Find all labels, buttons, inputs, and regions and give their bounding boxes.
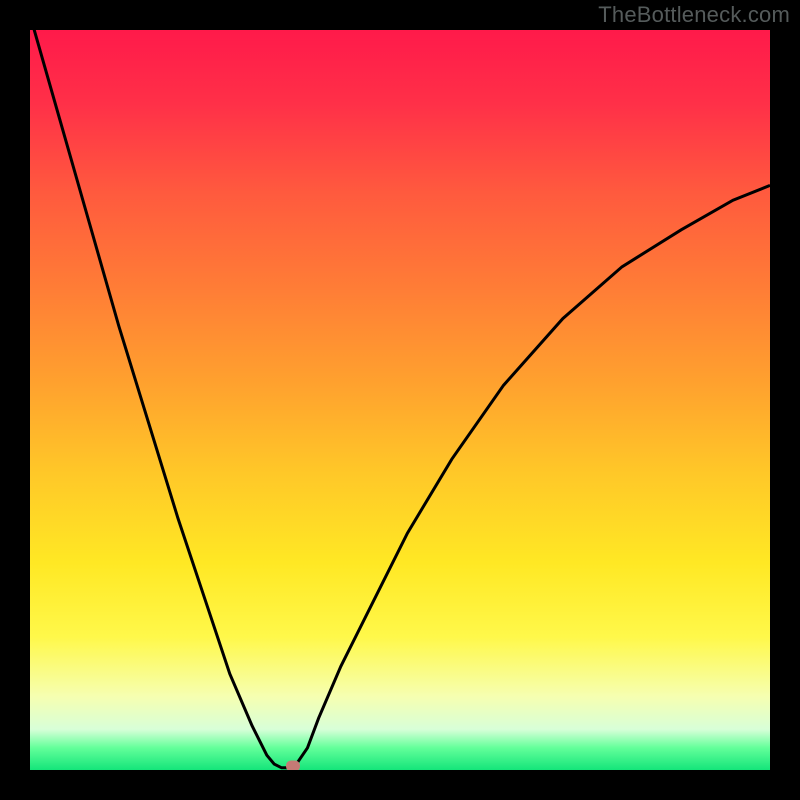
plot-area	[30, 30, 770, 770]
curve-layer	[30, 30, 770, 770]
chart-frame: TheBottleneck.com	[0, 0, 800, 800]
attribution-text: TheBottleneck.com	[598, 2, 790, 28]
minimum-marker	[286, 761, 300, 770]
bottleneck-curve	[30, 30, 770, 768]
